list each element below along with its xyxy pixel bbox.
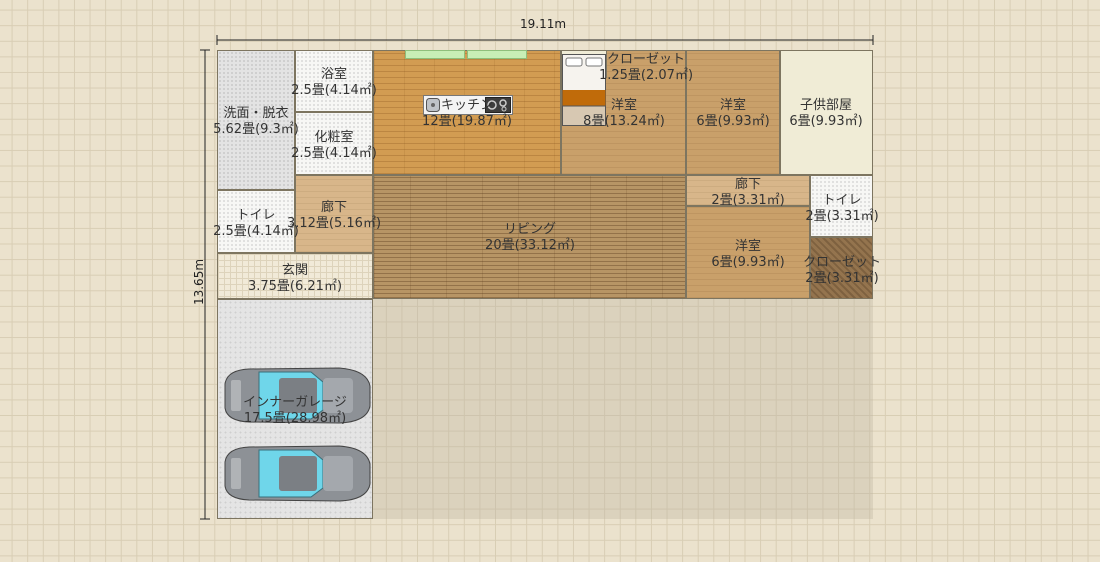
label-bathroom: 浴室 2.5畳(4.14㎡) [291, 67, 377, 99]
room-area: 2畳(3.31㎡) [805, 209, 879, 224]
label-living: リビング 20畳(33.12㎡) [485, 222, 575, 254]
room-name: 廊下 [734, 177, 761, 192]
room-area: 2畳(3.31㎡) [805, 271, 879, 286]
label-youshitsu-low: 洋室 6畳(9.93㎡) [711, 239, 784, 271]
room-area: 6畳(9.93㎡) [789, 114, 863, 129]
room-name: インナーガレージ [243, 395, 347, 410]
room-name: 化粧室 [314, 130, 354, 145]
label-powder: 化粧室 2.5畳(4.14㎡) [291, 130, 377, 162]
label-hall-right: 廊下 2畳(3.31㎡) [711, 177, 784, 209]
room-area: 6畳(9.93㎡) [696, 114, 770, 129]
room-area: 17.5畳(28.98㎡) [243, 411, 347, 426]
label-entrance: 玄関 3.75畳(6.21㎡) [248, 263, 342, 295]
room-name: 洋室 [719, 98, 746, 113]
room-name: 浴室 [320, 67, 348, 82]
room-area: 6畳(9.93㎡) [711, 255, 785, 270]
width-dimension: 19.11m [520, 17, 567, 31]
label-senmen: 洗面・脱衣 5.62畳(9.3㎡) [213, 106, 299, 138]
room-name: クローゼット [802, 255, 882, 270]
room-name: キッチン [440, 98, 493, 113]
room-name: 玄関 [281, 263, 309, 278]
room-name: クローゼット [606, 52, 686, 67]
room-name: トイレ [822, 193, 862, 208]
window [467, 50, 527, 59]
room-area: 3.75畳(6.21㎡) [247, 279, 343, 294]
label-garage: インナーガレージ 17.5畳(28.98㎡) [243, 395, 347, 427]
label-hall-left: 廊下 3.12畳(5.16㎡) [287, 200, 381, 232]
height-dimension: 13.65m [192, 258, 207, 306]
room-area: 8畳(13.24㎡) [583, 114, 665, 129]
room-area: 2.5畳(4.14㎡) [291, 83, 377, 98]
room-area: 20畳(33.12㎡) [485, 238, 575, 253]
label-bedroom: 洋室 8畳(13.24㎡) [583, 98, 665, 130]
label-toilet-right: トイレ 2畳(3.31㎡) [805, 193, 878, 225]
room-name: リビング [503, 222, 556, 237]
room-area: 1.25畳(2.07㎡) [598, 68, 694, 83]
room-area: 5.62畳(9.3㎡) [213, 122, 299, 137]
window [405, 50, 465, 59]
car-icon [224, 445, 371, 502]
label-youshitsu-mid: 洋室 6畳(9.93㎡) [696, 98, 769, 130]
label-closet-top: クローゼット 1.25畳(2.07㎡) [599, 52, 693, 84]
floor-plan-canvas: 19.11m 13.65m 洗面・脱衣 5.62畳(9.3㎡) 浴室 2.5畳(… [0, 0, 1100, 562]
room-area: 2.5畳(4.14㎡) [291, 146, 377, 161]
room-name: 洋室 [734, 239, 761, 254]
label-kids: 子供部屋 6畳(9.93㎡) [789, 98, 862, 130]
label-closet-right: クローゼット 2畳(3.31㎡) [803, 255, 881, 287]
label-kitchen: キッチン 12畳(19.87㎡) [422, 98, 512, 130]
room-area: 3.12畳(5.16㎡) [286, 216, 382, 231]
room-name: 洋室 [610, 98, 638, 113]
room-area: 12畳(19.87㎡) [422, 114, 512, 129]
room-area: 2畳(3.31㎡) [711, 193, 785, 208]
room-name: 廊下 [320, 200, 348, 215]
room-name: 子供部屋 [799, 98, 852, 113]
room-name: 洗面・脱衣 [223, 106, 289, 121]
